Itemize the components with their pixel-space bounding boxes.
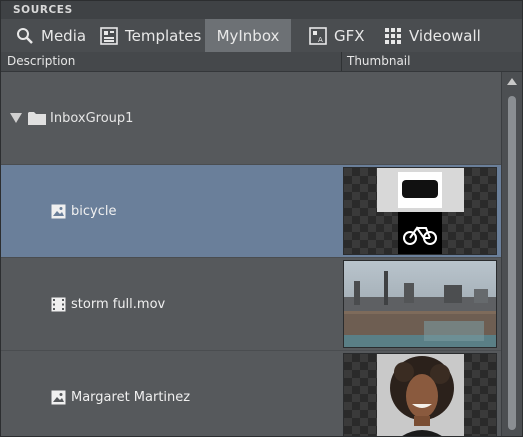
tab-media[interactable]: Media bbox=[15, 19, 86, 52]
item-name: Margaret Martinez bbox=[51, 351, 191, 436]
folder-icon bbox=[28, 111, 46, 125]
tab-myinbox[interactable]: MyInbox bbox=[205, 19, 291, 52]
tab-media-label: Media bbox=[41, 26, 87, 45]
portrait-thumbnail bbox=[343, 353, 497, 436]
inbox-group-row[interactable]: InboxGroup1 bbox=[1, 72, 501, 164]
list-item-margaret-martinez[interactable]: Margaret Martinez bbox=[1, 351, 501, 436]
item-name-label: Margaret Martinez bbox=[71, 389, 191, 405]
search-icon bbox=[15, 26, 35, 46]
tab-myinbox-label: MyInbox bbox=[216, 26, 280, 45]
item-name-label: bicycle bbox=[71, 203, 117, 219]
image-icon bbox=[51, 390, 66, 405]
image-icon bbox=[51, 204, 66, 219]
column-description[interactable]: Description bbox=[7, 54, 75, 68]
tab-templates[interactable]: Templates bbox=[99, 19, 201, 52]
column-thumbnail[interactable]: Thumbnail bbox=[347, 54, 410, 68]
tab-templates-label: Templates bbox=[125, 26, 202, 45]
list-item-bicycle[interactable]: bicycle bbox=[1, 165, 501, 257]
inbox-group-label: InboxGroup1 bbox=[50, 110, 134, 126]
gfx-icon: A bbox=[308, 26, 328, 46]
vertical-scrollbar[interactable] bbox=[501, 72, 522, 436]
expand-arrow-icon[interactable] bbox=[10, 113, 22, 123]
videowall-icon bbox=[383, 26, 403, 46]
scrollbar-thumb[interactable] bbox=[508, 96, 516, 430]
video-file-icon bbox=[51, 297, 66, 312]
list-item-storm[interactable]: storm full.mov bbox=[1, 258, 501, 350]
panel-header: SOURCES bbox=[1, 1, 522, 19]
bicycle-thumbnail bbox=[343, 167, 497, 255]
sources-panel: SOURCES Media Templates MyInbox A GFX Vi… bbox=[0, 0, 523, 437]
scroll-up-arrow-icon[interactable] bbox=[507, 78, 517, 85]
item-name: storm full.mov bbox=[51, 258, 165, 350]
column-header: Description Thumbnail bbox=[1, 52, 522, 72]
item-name-label: storm full.mov bbox=[71, 296, 166, 312]
templates-icon bbox=[99, 26, 119, 46]
storm-thumbnail bbox=[343, 260, 497, 348]
panel-title: SOURCES bbox=[13, 4, 73, 16]
svg-text:A: A bbox=[318, 36, 323, 44]
column-divider[interactable] bbox=[341, 52, 342, 71]
tab-videowall[interactable]: Videowall bbox=[383, 19, 481, 52]
tab-videowall-label: Videowall bbox=[409, 26, 481, 45]
tab-gfx[interactable]: A GFX bbox=[308, 19, 365, 52]
tab-gfx-label: GFX bbox=[334, 26, 365, 45]
item-name: bicycle bbox=[51, 165, 116, 257]
inbox-list: InboxGroup1 bicycle storm full.mov Marga… bbox=[1, 72, 501, 436]
tab-bar: Media Templates MyInbox A GFX Videowall bbox=[1, 19, 522, 52]
